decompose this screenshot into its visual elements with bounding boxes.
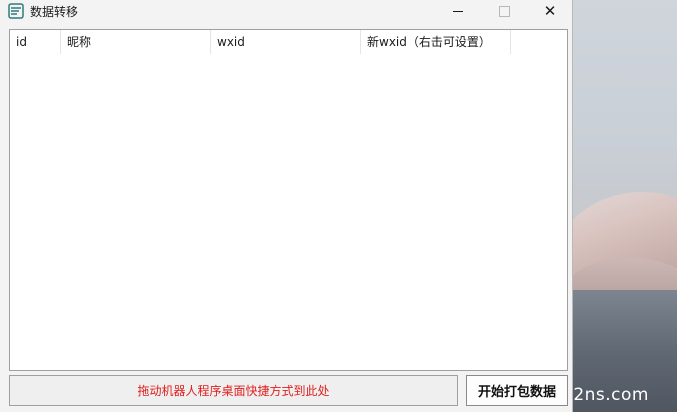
app-icon	[8, 3, 24, 19]
maximize-icon	[498, 5, 510, 17]
watermark-text: 52ns.com	[562, 385, 649, 405]
window-title: 数据转移	[30, 5, 79, 19]
title-bar[interactable]: 数据转移 ✕	[0, 0, 572, 22]
shortcut-drop-zone[interactable]: 拖动机器人程序桌面快捷方式到此处	[9, 375, 458, 406]
close-button[interactable]: ✕	[527, 0, 573, 22]
column-header-id[interactable]: id	[10, 30, 61, 54]
drop-zone-label: 拖动机器人程序桌面快捷方式到此处	[137, 384, 330, 398]
minimize-icon	[453, 10, 463, 12]
column-header-nickname[interactable]: 昵称	[61, 30, 211, 54]
start-pack-label: 开始打包数据	[477, 385, 556, 400]
column-header-new-wxid[interactable]: 新wxid（右击可设置）	[361, 30, 511, 54]
column-header-wxid[interactable]: wxid	[211, 30, 361, 54]
app-window: 数据转移 ✕ id 昵称 wxid 新wxid（右击可设置） 拖动机器人程序桌面…	[0, 0, 573, 412]
list-header: id 昵称 wxid 新wxid（右击可设置）	[10, 30, 567, 54]
start-pack-button[interactable]: 开始打包数据	[466, 375, 568, 406]
close-icon: ✕	[543, 2, 557, 20]
minimize-button[interactable]	[435, 0, 481, 22]
maximize-button[interactable]	[481, 0, 527, 22]
data-list[interactable]: id 昵称 wxid 新wxid（右击可设置）	[9, 29, 568, 371]
